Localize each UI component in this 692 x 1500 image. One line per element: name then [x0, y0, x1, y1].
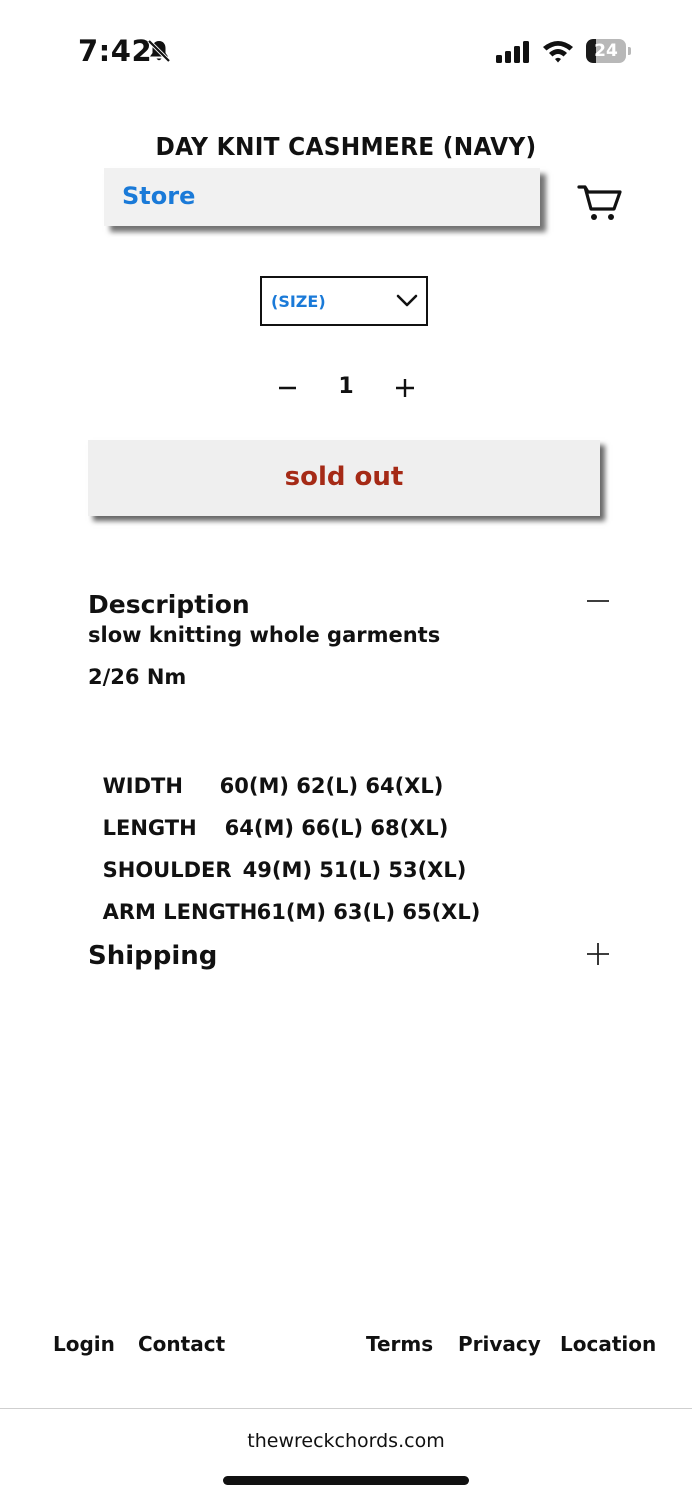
url-bar-divider: [0, 1408, 692, 1409]
bell-muted-icon: [147, 39, 171, 63]
quantity-increase-button[interactable]: [387, 370, 423, 406]
sold-out-button[interactable]: sold out: [88, 440, 600, 516]
battery-nub: [628, 47, 631, 55]
wifi-icon: [543, 41, 573, 63]
description-line: 2/26 Nm: [88, 665, 187, 689]
footer-link-location[interactable]: Location: [560, 1332, 656, 1356]
store-label[interactable]: Store: [122, 182, 195, 210]
quantity-value: 1: [338, 374, 354, 399]
spec-row: SHOULDER 49(M) 51(L) 53(XL): [88, 834, 467, 882]
footer-link-login[interactable]: Login: [53, 1332, 115, 1356]
collapse-minus-icon[interactable]: [584, 588, 612, 616]
spec-row: LENGTH 64(M) 66(L) 68(XL): [88, 792, 449, 840]
status-bar: 7:42 24: [0, 0, 692, 100]
product-title: DAY KNIT CASHMERE (NAVY): [155, 132, 537, 161]
spec-label: ARM LENGTH: [102, 900, 258, 924]
size-select[interactable]: (SIZE): [260, 276, 428, 326]
spec-row: ARM LENGTH61(M) 63(L) 65(XL): [88, 876, 481, 924]
shipping-heading[interactable]: Shipping: [88, 941, 217, 971]
description-heading[interactable]: Description: [88, 590, 250, 619]
cart-icon[interactable]: [576, 182, 624, 224]
status-time: 7:42: [78, 34, 153, 68]
sold-out-label: sold out: [284, 462, 404, 492]
footer-link-contact[interactable]: Contact: [138, 1332, 225, 1356]
spec-row: WIDTH 60(M) 62(L) 64(XL): [88, 750, 444, 798]
home-indicator[interactable]: [223, 1476, 469, 1485]
chevron-down-icon: [396, 294, 418, 307]
cellular-signal-icon: [496, 41, 529, 63]
footer-link-privacy[interactable]: Privacy: [458, 1332, 541, 1356]
spec-value: 61(M) 63(L) 65(XL): [256, 900, 481, 924]
battery-indicator: 24: [586, 39, 631, 63]
store-link[interactable]: Store: [104, 168, 540, 226]
address-bar[interactable]: thewreckchords.com: [0, 1430, 692, 1452]
size-select-value: (SIZE): [271, 292, 326, 311]
battery-level: 24: [594, 41, 618, 61]
expand-plus-icon[interactable]: [584, 940, 612, 968]
quantity-decrease-button[interactable]: [269, 370, 305, 406]
description-line: slow knitting whole garments: [88, 623, 441, 647]
battery-body: 24: [586, 39, 626, 63]
footer-link-terms[interactable]: Terms: [366, 1332, 433, 1356]
